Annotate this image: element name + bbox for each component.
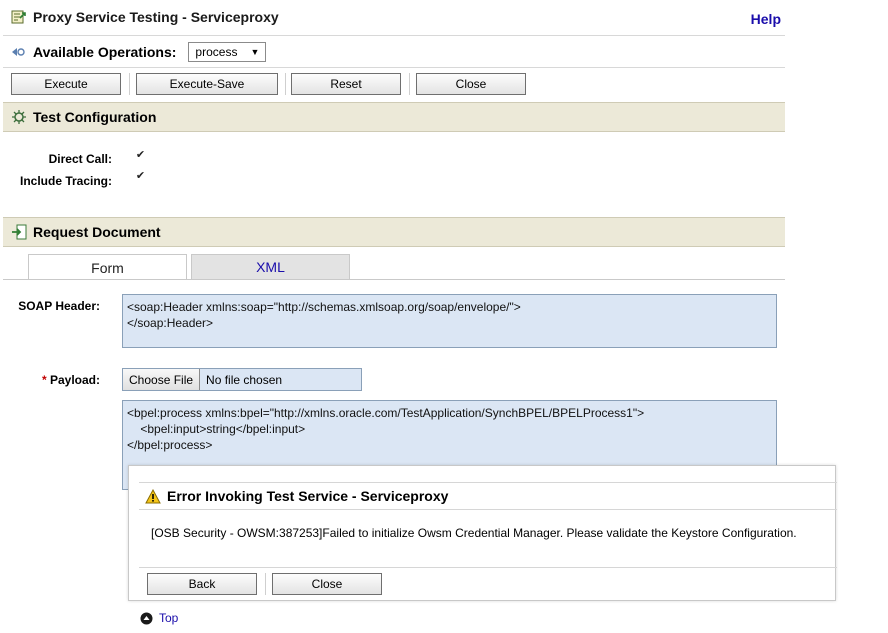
toolbar-separator bbox=[129, 73, 130, 95]
request-document-title: Request Document bbox=[33, 224, 161, 240]
tab-underline bbox=[3, 279, 785, 280]
tab-xml[interactable]: XML bbox=[191, 254, 350, 280]
operations-selected-value: process bbox=[195, 45, 238, 59]
request-document-header: Request Document bbox=[3, 217, 785, 247]
no-file-text: No file chosen bbox=[206, 372, 283, 387]
toolbar-separator bbox=[265, 573, 266, 595]
direct-call-checkbox[interactable]: ✔ bbox=[134, 148, 147, 161]
test-configuration-header: Test Configuration bbox=[3, 102, 785, 132]
top-link-text: Top bbox=[159, 611, 179, 625]
required-marker: * bbox=[41, 373, 47, 387]
error-dialog: Error Invoking Test Service - Servicepro… bbox=[128, 465, 837, 601]
reset-button[interactable]: Reset bbox=[291, 73, 401, 95]
gear-bug-icon bbox=[12, 110, 26, 124]
divider bbox=[139, 567, 837, 568]
direct-call-label: Direct Call: bbox=[48, 152, 112, 166]
payload-file-input[interactable]: Choose File No file chosen bbox=[122, 368, 362, 391]
operations-select[interactable]: process ▼ bbox=[188, 42, 267, 62]
toolbar-separator bbox=[285, 73, 286, 95]
error-dialog-title: Error Invoking Test Service - Servicepro… bbox=[139, 482, 837, 510]
error-message: [OSB Security - OWSM:387253]Failed to in… bbox=[151, 526, 797, 540]
arrow-up-circle-icon bbox=[140, 612, 153, 624]
page-title: Proxy Service Testing - Serviceproxy bbox=[11, 9, 279, 25]
execute-button[interactable]: Execute bbox=[11, 73, 121, 95]
proxy-service-icon bbox=[11, 10, 26, 24]
test-configuration-title: Test Configuration bbox=[33, 109, 157, 125]
warning-icon bbox=[145, 488, 161, 503]
dialog-close-button[interactable]: Close bbox=[272, 573, 382, 595]
include-tracing-checkbox[interactable]: ✔ bbox=[134, 169, 147, 182]
chevron-down-icon: ▼ bbox=[250, 47, 260, 57]
error-dialog-title-text: Error Invoking Test Service - Servicepro… bbox=[167, 488, 449, 504]
request-document-icon bbox=[12, 224, 27, 240]
close-button[interactable]: Close bbox=[416, 73, 526, 95]
help-link[interactable]: Help bbox=[751, 11, 781, 27]
tab-form[interactable]: Form bbox=[28, 254, 187, 280]
operations-icon bbox=[12, 48, 25, 56]
execute-save-button[interactable]: Execute-Save bbox=[136, 73, 278, 95]
back-button[interactable]: Back bbox=[147, 573, 257, 595]
include-tracing-label: Include Tracing: bbox=[19, 174, 112, 188]
divider bbox=[3, 67, 785, 68]
soap-header-label: SOAP Header: bbox=[18, 299, 100, 313]
soap-header-textarea[interactable]: <soap:Header xmlns:soap="http://schemas.… bbox=[122, 294, 777, 348]
proxy-testing-panel: Proxy Service Testing - Serviceproxy Hel… bbox=[3, 0, 785, 490]
payload-label-text: Payload: bbox=[49, 373, 100, 387]
top-link[interactable]: Top bbox=[140, 611, 178, 625]
page-title-text: Proxy Service Testing - Serviceproxy bbox=[33, 9, 279, 25]
payload-label: * Payload: bbox=[3, 373, 100, 387]
toolbar-separator bbox=[409, 73, 410, 95]
choose-file-button[interactable]: Choose File bbox=[123, 369, 201, 390]
available-operations: Available Operations: process ▼ bbox=[11, 42, 267, 62]
operations-label: Available Operations: bbox=[33, 44, 177, 60]
divider bbox=[3, 35, 785, 36]
